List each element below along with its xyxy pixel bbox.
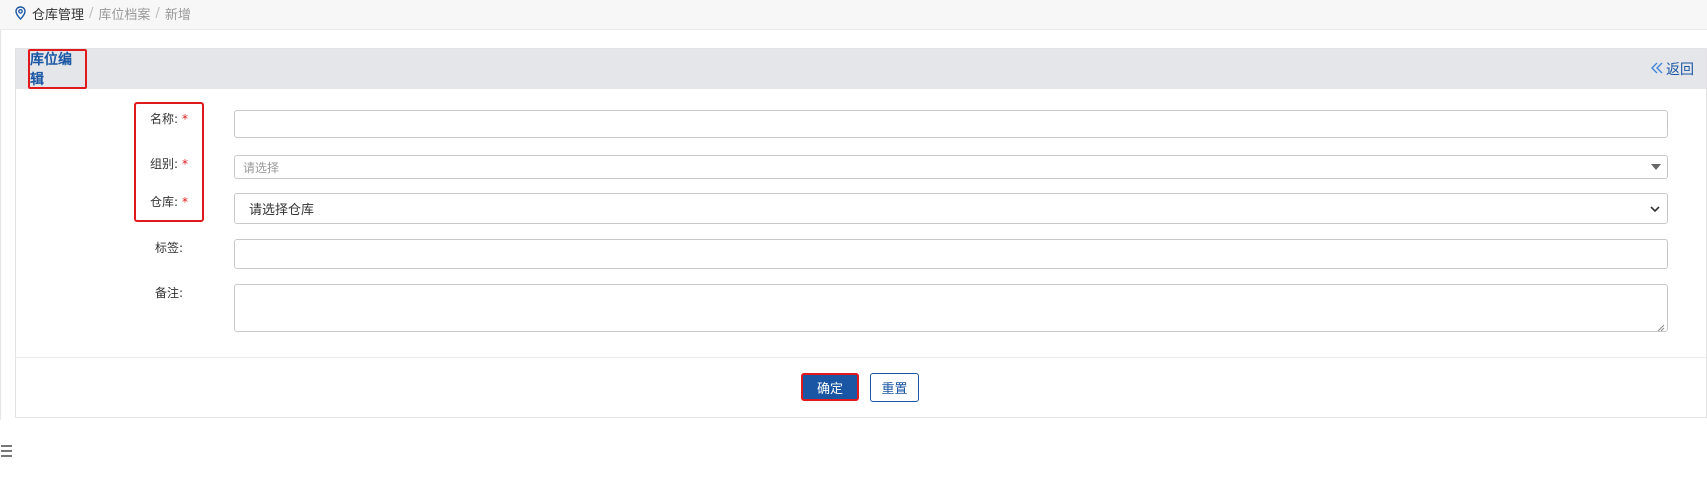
caret-down-icon	[1651, 164, 1661, 170]
edit-panel: 库位编辑 返回	[15, 48, 1707, 418]
remark-label: 备注:	[154, 286, 183, 300]
warehouse-select-value: 请选择仓库	[249, 203, 315, 218]
required-mark: *	[182, 195, 188, 209]
menu-toggle-icon[interactable]	[0, 443, 14, 459]
reset-button[interactable]: 重置	[870, 373, 919, 402]
breadcrumb-item-add: 新增	[164, 7, 191, 23]
group-select[interactable]: 请选择	[234, 155, 1668, 179]
breadcrumb-item-location-archive[interactable]: 库位档案	[98, 4, 150, 23]
breadcrumb-bar: 仓库管理 / 库位档案 / 新增	[0, 0, 1707, 30]
breadcrumb-separator: /	[89, 5, 94, 21]
group-select-placeholder: 请选择	[243, 160, 280, 175]
group-label: 组别: *	[149, 157, 188, 171]
breadcrumb-item-warehouse-management[interactable]: 仓库管理	[32, 4, 84, 23]
required-mark: *	[182, 112, 188, 126]
resize-grip-icon[interactable]	[1657, 321, 1665, 332]
name-input[interactable]	[234, 110, 1668, 138]
back-link[interactable]: 返回	[1650, 59, 1694, 79]
panel-title: 库位编辑	[28, 49, 87, 89]
name-label: 名称: *	[149, 112, 188, 126]
breadcrumb: 仓库管理 / 库位档案 / 新增	[14, 3, 191, 23]
remark-textarea[interactable]	[234, 284, 1668, 332]
tag-label: 标签:	[154, 241, 183, 255]
required-mark: *	[182, 157, 188, 171]
location-pin-icon	[14, 6, 27, 20]
chevron-down-icon	[1649, 203, 1661, 215]
warehouse-select[interactable]: 请选择仓库	[234, 193, 1668, 224]
breadcrumb-separator: /	[155, 5, 160, 21]
panel-header: 库位编辑 返回	[16, 49, 1706, 89]
confirm-button[interactable]: 确定	[801, 373, 859, 401]
back-label: 返回	[1666, 62, 1694, 78]
tag-input[interactable]	[234, 239, 1668, 269]
double-chevron-left-icon	[1650, 60, 1664, 79]
warehouse-label: 仓库: *	[149, 195, 188, 209]
form-divider	[15, 357, 1707, 358]
left-edge-border	[0, 30, 1, 420]
